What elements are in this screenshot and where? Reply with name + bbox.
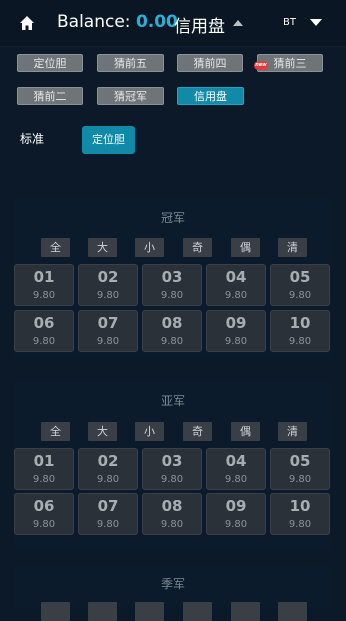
quick-all-button[interactable] — [41, 602, 70, 621]
odds-label: 9.80 — [32, 474, 56, 485]
tab-dingweidan[interactable]: 定位胆 — [17, 54, 83, 72]
number-cell[interactable]: 10 9.80 — [270, 493, 330, 535]
number-cell[interactable]: 06 9.80 — [14, 493, 74, 535]
number-label: 01 — [33, 268, 55, 286]
odds-label: 9.80 — [288, 336, 312, 347]
number-cell[interactable]: 06 9.80 — [14, 310, 74, 352]
number-label: 02 — [97, 268, 119, 286]
quick-even-button[interactable]: 偶 — [231, 422, 260, 441]
caret-down-icon[interactable] — [310, 19, 322, 26]
quick-all-button[interactable]: 全 — [41, 238, 70, 257]
number-label: 09 — [225, 314, 247, 332]
number-label: 10 — [289, 497, 311, 515]
section-title-yajun: 亚军 — [160, 394, 185, 408]
quick-big-button[interactable] — [88, 602, 117, 621]
number-label: 08 — [161, 497, 183, 515]
number-cell[interactable]: 04 9.80 — [206, 448, 266, 490]
number-label: 06 — [33, 314, 55, 332]
tab-xinyongpan[interactable]: 信用盘 — [177, 87, 244, 105]
odds-label: 9.80 — [32, 336, 56, 347]
number-cell[interactable]: 05 9.80 — [270, 448, 330, 490]
odds-label: 9.80 — [160, 336, 184, 347]
odds-label: 9.80 — [96, 336, 120, 347]
odds-label: 9.80 — [96, 519, 120, 530]
tab-caiqiansi[interactable]: 猜前四 — [177, 54, 243, 72]
caret-up-icon[interactable] — [233, 20, 243, 26]
number-label: 03 — [161, 268, 183, 286]
odds-label: 9.80 — [288, 290, 312, 301]
new-badge: new — [254, 61, 268, 70]
quick-small-button[interactable]: 小 — [135, 422, 164, 441]
odds-label: 9.80 — [32, 519, 56, 530]
quick-even-button[interactable] — [231, 602, 260, 621]
number-label: 01 — [33, 452, 55, 470]
mode-selector[interactable]: 信用盘 — [174, 12, 225, 37]
quick-odd-button[interactable]: 奇 — [183, 238, 212, 257]
quick-small-button[interactable]: 小 — [135, 238, 164, 257]
odds-label: 9.80 — [224, 474, 248, 485]
number-label: 04 — [225, 452, 247, 470]
number-cell[interactable]: 01 9.80 — [14, 448, 74, 490]
quick-big-button[interactable]: 大 — [88, 422, 117, 441]
odds-label: 9.80 — [224, 336, 248, 347]
quick-odd-button[interactable] — [183, 602, 212, 621]
balance-label: Balance: — [57, 12, 131, 32]
number-cell[interactable]: 02 9.80 — [78, 264, 138, 306]
odds-label: 9.80 — [288, 474, 312, 485]
number-label: 09 — [225, 497, 247, 515]
bt-selector[interactable]: BT — [283, 17, 296, 28]
number-label: 07 — [97, 314, 119, 332]
balance-display: Balance: 0.00 — [57, 12, 178, 32]
odds-label: 9.80 — [32, 290, 56, 301]
quick-even-button[interactable]: 偶 — [231, 238, 260, 257]
odds-label: 9.80 — [224, 519, 248, 530]
number-cell[interactable]: 02 9.80 — [78, 448, 138, 490]
tab-caiqianer[interactable]: 猜前二 — [17, 87, 83, 105]
number-label: 10 — [289, 314, 311, 332]
number-label: 05 — [289, 452, 311, 470]
number-label: 08 — [161, 314, 183, 332]
quick-clear-button[interactable]: 清 — [278, 238, 307, 257]
number-label: 06 — [33, 497, 55, 515]
number-label: 03 — [161, 452, 183, 470]
quick-odd-button[interactable]: 奇 — [183, 422, 212, 441]
number-cell[interactable]: 07 9.80 — [78, 493, 138, 535]
tab-caiguanjun[interactable]: 猜冠军 — [97, 87, 164, 105]
odds-label: 9.80 — [160, 474, 184, 485]
odds-label: 9.80 — [96, 474, 120, 485]
number-cell[interactable]: 08 9.80 — [142, 310, 202, 352]
odds-label: 9.80 — [96, 290, 120, 301]
number-cell[interactable]: 07 9.80 — [78, 310, 138, 352]
quick-all-button[interactable]: 全 — [41, 422, 70, 441]
odds-label: 9.80 — [224, 290, 248, 301]
number-label: 02 — [97, 452, 119, 470]
number-cell[interactable]: 09 9.80 — [206, 310, 266, 352]
number-cell[interactable]: 03 9.80 — [142, 264, 202, 306]
quick-clear-button[interactable] — [278, 602, 307, 621]
standard-dingweidan-button[interactable]: 定位胆 — [82, 126, 135, 154]
quick-small-button[interactable] — [135, 602, 164, 621]
number-label: 04 — [225, 268, 247, 286]
odds-label: 9.80 — [288, 519, 312, 530]
number-label: 05 — [289, 268, 311, 286]
quick-clear-button[interactable]: 清 — [278, 422, 307, 441]
number-cell[interactable]: 01 9.80 — [14, 264, 74, 306]
section-title-jijun: 季军 — [160, 577, 185, 591]
number-cell[interactable]: 08 9.80 — [142, 493, 202, 535]
standard-label: 标准 — [20, 132, 45, 146]
number-cell[interactable]: 04 9.80 — [206, 264, 266, 306]
odds-label: 9.80 — [160, 519, 184, 530]
balance-value: 0.00 — [135, 12, 178, 32]
number-cell[interactable]: 10 9.80 — [270, 310, 330, 352]
number-cell[interactable]: 09 9.80 — [206, 493, 266, 535]
number-cell[interactable]: 03 9.80 — [142, 448, 202, 490]
home-icon[interactable] — [19, 15, 35, 31]
number-cell[interactable]: 05 9.80 — [270, 264, 330, 306]
odds-label: 9.80 — [160, 290, 184, 301]
number-label: 07 — [97, 497, 119, 515]
quick-big-button[interactable]: 大 — [88, 238, 117, 257]
section-title-guanjun: 冠军 — [160, 211, 185, 225]
top-header: Balance: 0.00 信用盘 BT — [0, 0, 346, 47]
tab-caiqianwu[interactable]: 猜前五 — [97, 54, 164, 72]
